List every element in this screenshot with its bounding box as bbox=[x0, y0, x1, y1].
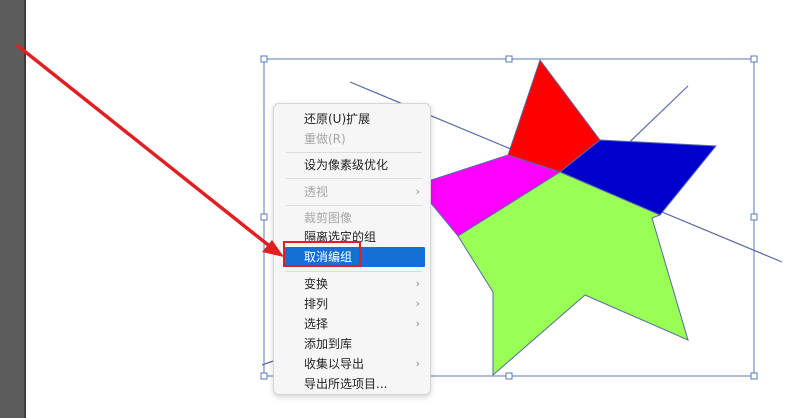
annotation-arrow-layer bbox=[16, 44, 284, 257]
annotation-arrow bbox=[16, 44, 274, 250]
